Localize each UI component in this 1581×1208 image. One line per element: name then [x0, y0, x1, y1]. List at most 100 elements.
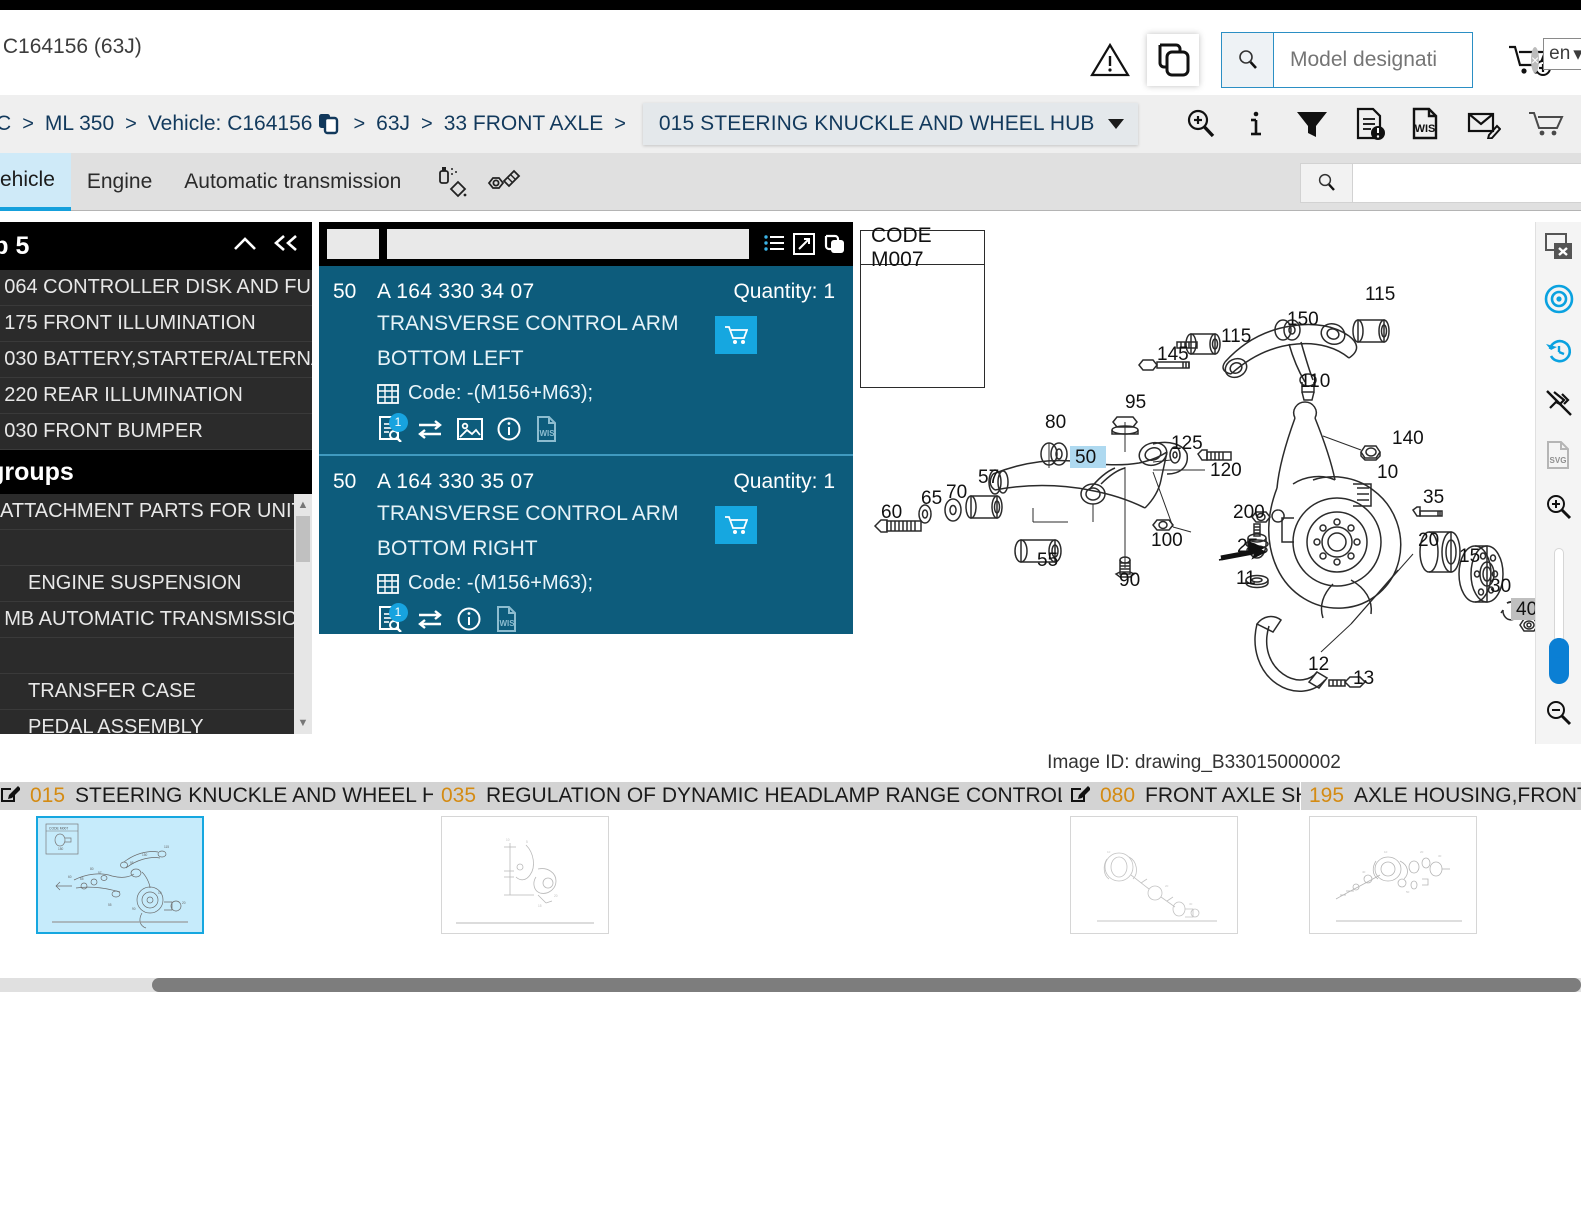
- main-group-item-4[interactable]: [0, 638, 312, 674]
- breadcrumb-item-code[interactable]: 63J: [374, 112, 412, 136]
- tab-engine[interactable]: Engine: [71, 153, 168, 211]
- swap-arrows-icon[interactable]: [417, 417, 443, 441]
- thumbnail-preview-080[interactable]: 10 20 30: [1070, 816, 1238, 934]
- svg-export-icon[interactable]: SVG: [1542, 438, 1576, 472]
- scroll-down-arrow-icon[interactable]: ▼: [294, 714, 312, 732]
- thumbnail-preview-195[interactable]: 10 20 30 40 50: [1309, 816, 1477, 934]
- cart-icon[interactable]: [1527, 109, 1565, 139]
- breadcrumb-item-model[interactable]: ML 350: [43, 112, 116, 136]
- document-alert-icon[interactable]: [1355, 107, 1385, 141]
- language-selector[interactable]: en ▾: [1543, 38, 1581, 70]
- paint-spray-icon[interactable]: [435, 165, 469, 199]
- copy-documents-icon[interactable]: [1147, 34, 1199, 86]
- scroll-up-arrow-icon[interactable]: ▲: [294, 496, 312, 514]
- parts-filter-input[interactable]: [387, 229, 749, 259]
- swap-arrows-icon[interactable]: [417, 607, 443, 631]
- table-row[interactable]: 50 A 164 330 35 07 TRANSVERSE CONTROL AR…: [319, 456, 853, 644]
- chevron-up-icon[interactable]: [232, 232, 258, 260]
- bolt-nut-icon[interactable]: [487, 167, 521, 197]
- scrollbar-thumb[interactable]: [152, 978, 1581, 992]
- breadcrumb-active-dropdown[interactable]: 015 STEERING KNUCKLE AND WHEEL HUB: [642, 103, 1139, 145]
- main-group-item-5[interactable]: TRANSFER CASE: [0, 674, 312, 710]
- zoom-out-icon[interactable]: [1542, 696, 1576, 730]
- main-group-item-2[interactable]: ENGINE SUSPENSION: [0, 566, 312, 602]
- filter-icon[interactable]: [1295, 108, 1329, 140]
- zoom-slider[interactable]: [1548, 548, 1569, 684]
- info-icon[interactable]: [1243, 108, 1269, 140]
- zoom-in-icon[interactable]: [1185, 108, 1217, 140]
- duplicate-icon[interactable]: [823, 233, 845, 255]
- image-icon[interactable]: [457, 417, 483, 441]
- document-search-icon[interactable]: 1: [377, 412, 408, 442]
- edit-icon[interactable]: [0, 783, 21, 809]
- history-undo-icon[interactable]: [1542, 334, 1576, 368]
- part-quantity: Quantity: 1: [733, 280, 835, 303]
- drawing-viewer[interactable]: 115 150 115 145 110 95 140 80 125 120 10…: [853, 222, 1581, 744]
- breadcrumb-item-pc[interactable]: PC: [0, 112, 13, 136]
- main-groups-list: ATTACHMENT PARTS FOR UNITS ENGINE SUSPEN…: [0, 494, 312, 734]
- table-icon[interactable]: [377, 383, 399, 404]
- wis-document-icon[interactable]: WIS: [1411, 107, 1441, 141]
- tab-vehicle[interactable]: ehicle: [0, 152, 71, 211]
- sidebar-header-controls: [232, 232, 300, 260]
- copy-vehicle-icon[interactable]: [318, 113, 340, 135]
- warning-triangle-icon[interactable]: [1083, 33, 1137, 87]
- zoom-in-icon[interactable]: [1542, 490, 1576, 524]
- svg-text:50: 50: [1075, 447, 1096, 468]
- breadcrumb-item-vehicle[interactable]: Vehicle: C164156: [146, 112, 315, 136]
- horizontal-scrollbar[interactable]: [0, 978, 1581, 992]
- breadcrumb-item-group[interactable]: 33 FRONT AXLE: [442, 112, 606, 136]
- thumbnail-item-035[interactable]: 035 REGULATION OF DYNAMIC HEADLAMP RANGE…: [433, 782, 1184, 934]
- wis-document-icon[interactable]: WIS: [535, 416, 559, 442]
- part-description-line2: BOTTOM RIGHT: [377, 537, 538, 560]
- thumbnail-title-035: 035 REGULATION OF DYNAMIC HEADLAMP RANGE…: [433, 782, 1184, 810]
- top5-item-4[interactable]: - 030 FRONT BUMPER: [0, 414, 312, 450]
- svg-text:140: 140: [1392, 428, 1424, 449]
- top5-item-0[interactable]: - 064 CONTROLLER DISK AND FUS...: [0, 270, 312, 306]
- group-search-box[interactable]: ×: [1300, 163, 1581, 203]
- add-to-cart-button[interactable]: [715, 506, 757, 544]
- table-icon[interactable]: [377, 573, 399, 594]
- top5-item-1[interactable]: - 175 FRONT ILLUMINATION: [0, 306, 312, 342]
- thumbnail-item-195[interactable]: 195 AXLE HOUSING,FRONT 10 20 30 40 50: [1301, 782, 1581, 934]
- main-groups-scrollbar[interactable]: ▲ ▼: [294, 494, 312, 734]
- parts-filter-position-input[interactable]: [327, 229, 379, 259]
- wis-document-icon[interactable]: WIS: [495, 606, 519, 632]
- add-to-cart-button[interactable]: [715, 316, 757, 354]
- info-circle-icon[interactable]: [457, 607, 481, 631]
- target-icon[interactable]: [1542, 282, 1576, 316]
- part-description-line1: TRANSVERSE CONTROL ARM: [377, 502, 679, 525]
- chevron-down-icon: [1108, 119, 1125, 129]
- breadcrumb-separator: >: [22, 112, 34, 135]
- table-row[interactable]: 50 A 164 330 34 07 TRANSVERSE CONTROL AR…: [319, 266, 853, 456]
- tab-automatic-transmission[interactable]: Automatic transmission: [168, 153, 417, 211]
- part-action-icons: 1 WIS: [377, 412, 703, 442]
- thumbnail-preview-015[interactable]: CODE M007 180 80 95 115 150 10 20 55 90 …: [36, 816, 204, 934]
- thumbnail-preview-035[interactable]: 10 5 20 15: [441, 816, 609, 934]
- close-panel-icon[interactable]: [1542, 230, 1576, 264]
- main-group-item-1[interactable]: [0, 530, 312, 566]
- main-group-item-6[interactable]: PEDAL ASSEMBLY: [0, 710, 312, 734]
- main-group-item-3[interactable]: MB AUTOMATIC TRANSMISSION: [0, 602, 312, 638]
- info-circle-icon[interactable]: [497, 417, 521, 441]
- header-actions: × en ▾: [1083, 20, 1581, 100]
- thumbnail-num-035: 035: [441, 784, 477, 807]
- group-search-input[interactable]: [1353, 164, 1581, 202]
- top5-item-2[interactable]: - 030 BATTERY,STARTER/ALTERNAT...: [0, 342, 312, 378]
- expand-icon[interactable]: [793, 233, 815, 255]
- list-view-icon[interactable]: [763, 233, 785, 255]
- edit-icon[interactable]: [1070, 783, 1091, 809]
- unpin-icon[interactable]: [1542, 386, 1576, 420]
- document-search-icon[interactable]: 1: [377, 602, 408, 632]
- svg-text:150: 150: [142, 853, 148, 857]
- zoom-slider-handle[interactable]: [1548, 638, 1569, 684]
- top5-item-3[interactable]: - 220 REAR ILLUMINATION: [0, 378, 312, 414]
- model-search-box[interactable]: ×: [1221, 32, 1561, 88]
- main-group-item-0[interactable]: ATTACHMENT PARTS FOR UNITS: [0, 494, 312, 530]
- mail-edit-icon[interactable]: [1467, 109, 1501, 139]
- scrollbar-thumb[interactable]: [296, 516, 310, 562]
- tab-tool-icons: [435, 165, 521, 199]
- thumbnail-item-015[interactable]: 015 STEERING KNUCKLE AND WHEEL HUB CODE …: [0, 782, 498, 934]
- double-chevron-left-icon[interactable]: [272, 232, 300, 260]
- thumbnail-item-080[interactable]: 080 FRONT AXLE SHAFT 10 20 30: [1062, 782, 1382, 934]
